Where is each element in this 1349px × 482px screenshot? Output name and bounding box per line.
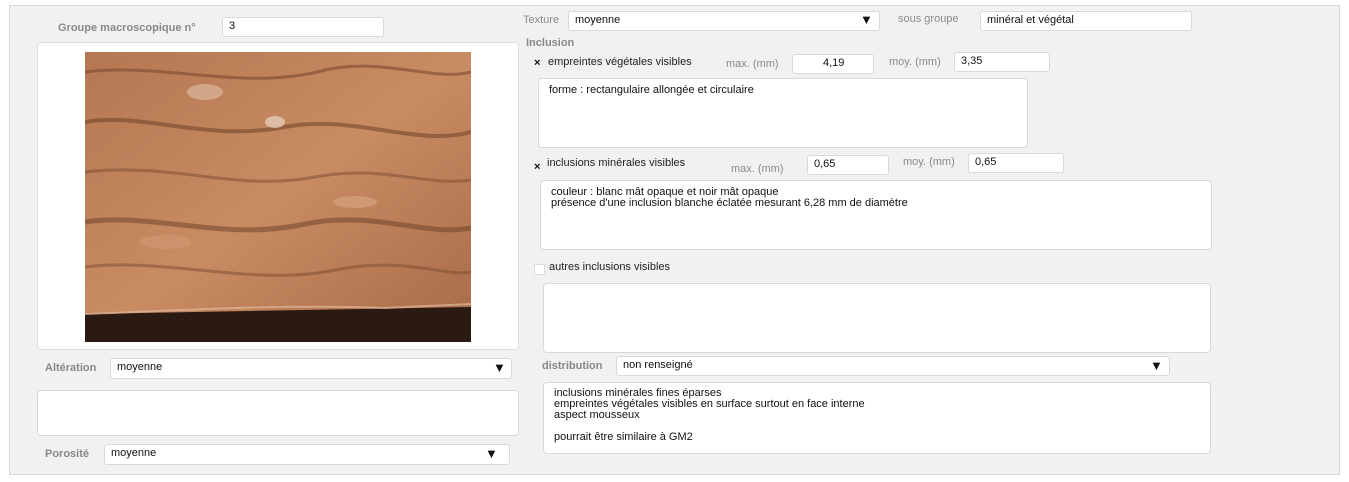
minerales-max-label: max. (mm) bbox=[731, 163, 784, 175]
minerales-max-field[interactable]: 0,65 bbox=[807, 155, 889, 175]
autres-checkbox[interactable] bbox=[534, 264, 545, 275]
groupe-number-field[interactable]: 3 bbox=[222, 17, 384, 37]
sample-photo-image bbox=[85, 52, 471, 342]
minerales-moy-label: moy. (mm) bbox=[903, 156, 955, 168]
minerales-moy-field[interactable]: 0,65 bbox=[968, 153, 1064, 173]
distribution-notes[interactable]: inclusions minérales fines éparses empre… bbox=[543, 382, 1211, 454]
texture-label: Texture bbox=[523, 14, 560, 26]
distribution-label: distribution bbox=[542, 360, 603, 372]
minerales-checkbox[interactable]: × bbox=[534, 161, 540, 173]
alteration-select[interactable]: moyenne bbox=[110, 358, 512, 379]
vegetales-moy-label: moy. (mm) bbox=[889, 56, 941, 68]
autres-label: autres inclusions visibles bbox=[549, 261, 671, 273]
triangle-down-icon[interactable]: ▼ bbox=[485, 446, 498, 461]
alteration-label: Altération bbox=[45, 362, 97, 374]
autres-notes[interactable] bbox=[543, 283, 1211, 353]
minerales-notes[interactable]: couleur : blanc mât opaque et noir mât o… bbox=[540, 180, 1212, 250]
vegetales-notes[interactable]: forme : rectangulaire allongée et circul… bbox=[538, 78, 1028, 148]
texture-select[interactable]: moyenne bbox=[568, 11, 880, 31]
vegetales-max-label: max. (mm) bbox=[726, 58, 779, 70]
vegetales-moy-field[interactable]: 3,35 bbox=[954, 52, 1050, 72]
inclusion-title: Inclusion bbox=[526, 37, 575, 49]
sample-photo bbox=[85, 52, 471, 342]
alteration-notes[interactable] bbox=[37, 390, 519, 436]
triangle-down-icon[interactable]: ▼ bbox=[1150, 358, 1163, 373]
sous-groupe-field[interactable]: minéral et végétal bbox=[980, 11, 1192, 31]
minerales-label: inclusions minérales visibles bbox=[547, 157, 686, 169]
vegetales-max-field[interactable]: 4,19 bbox=[792, 54, 874, 74]
triangle-down-icon[interactable]: ▼ bbox=[860, 12, 873, 27]
vegetales-label: empreintes végétales visibles bbox=[548, 56, 692, 68]
vegetales-checkbox[interactable]: × bbox=[534, 57, 540, 69]
porosite-select[interactable]: moyenne bbox=[104, 444, 510, 465]
distribution-select[interactable]: non renseigné bbox=[616, 356, 1170, 376]
porosite-label: Porosité bbox=[45, 448, 90, 460]
groupe-label: Groupe macroscopique n° bbox=[58, 22, 196, 34]
sous-groupe-label: sous groupe bbox=[898, 13, 959, 25]
triangle-down-icon[interactable]: ▼ bbox=[493, 360, 506, 375]
